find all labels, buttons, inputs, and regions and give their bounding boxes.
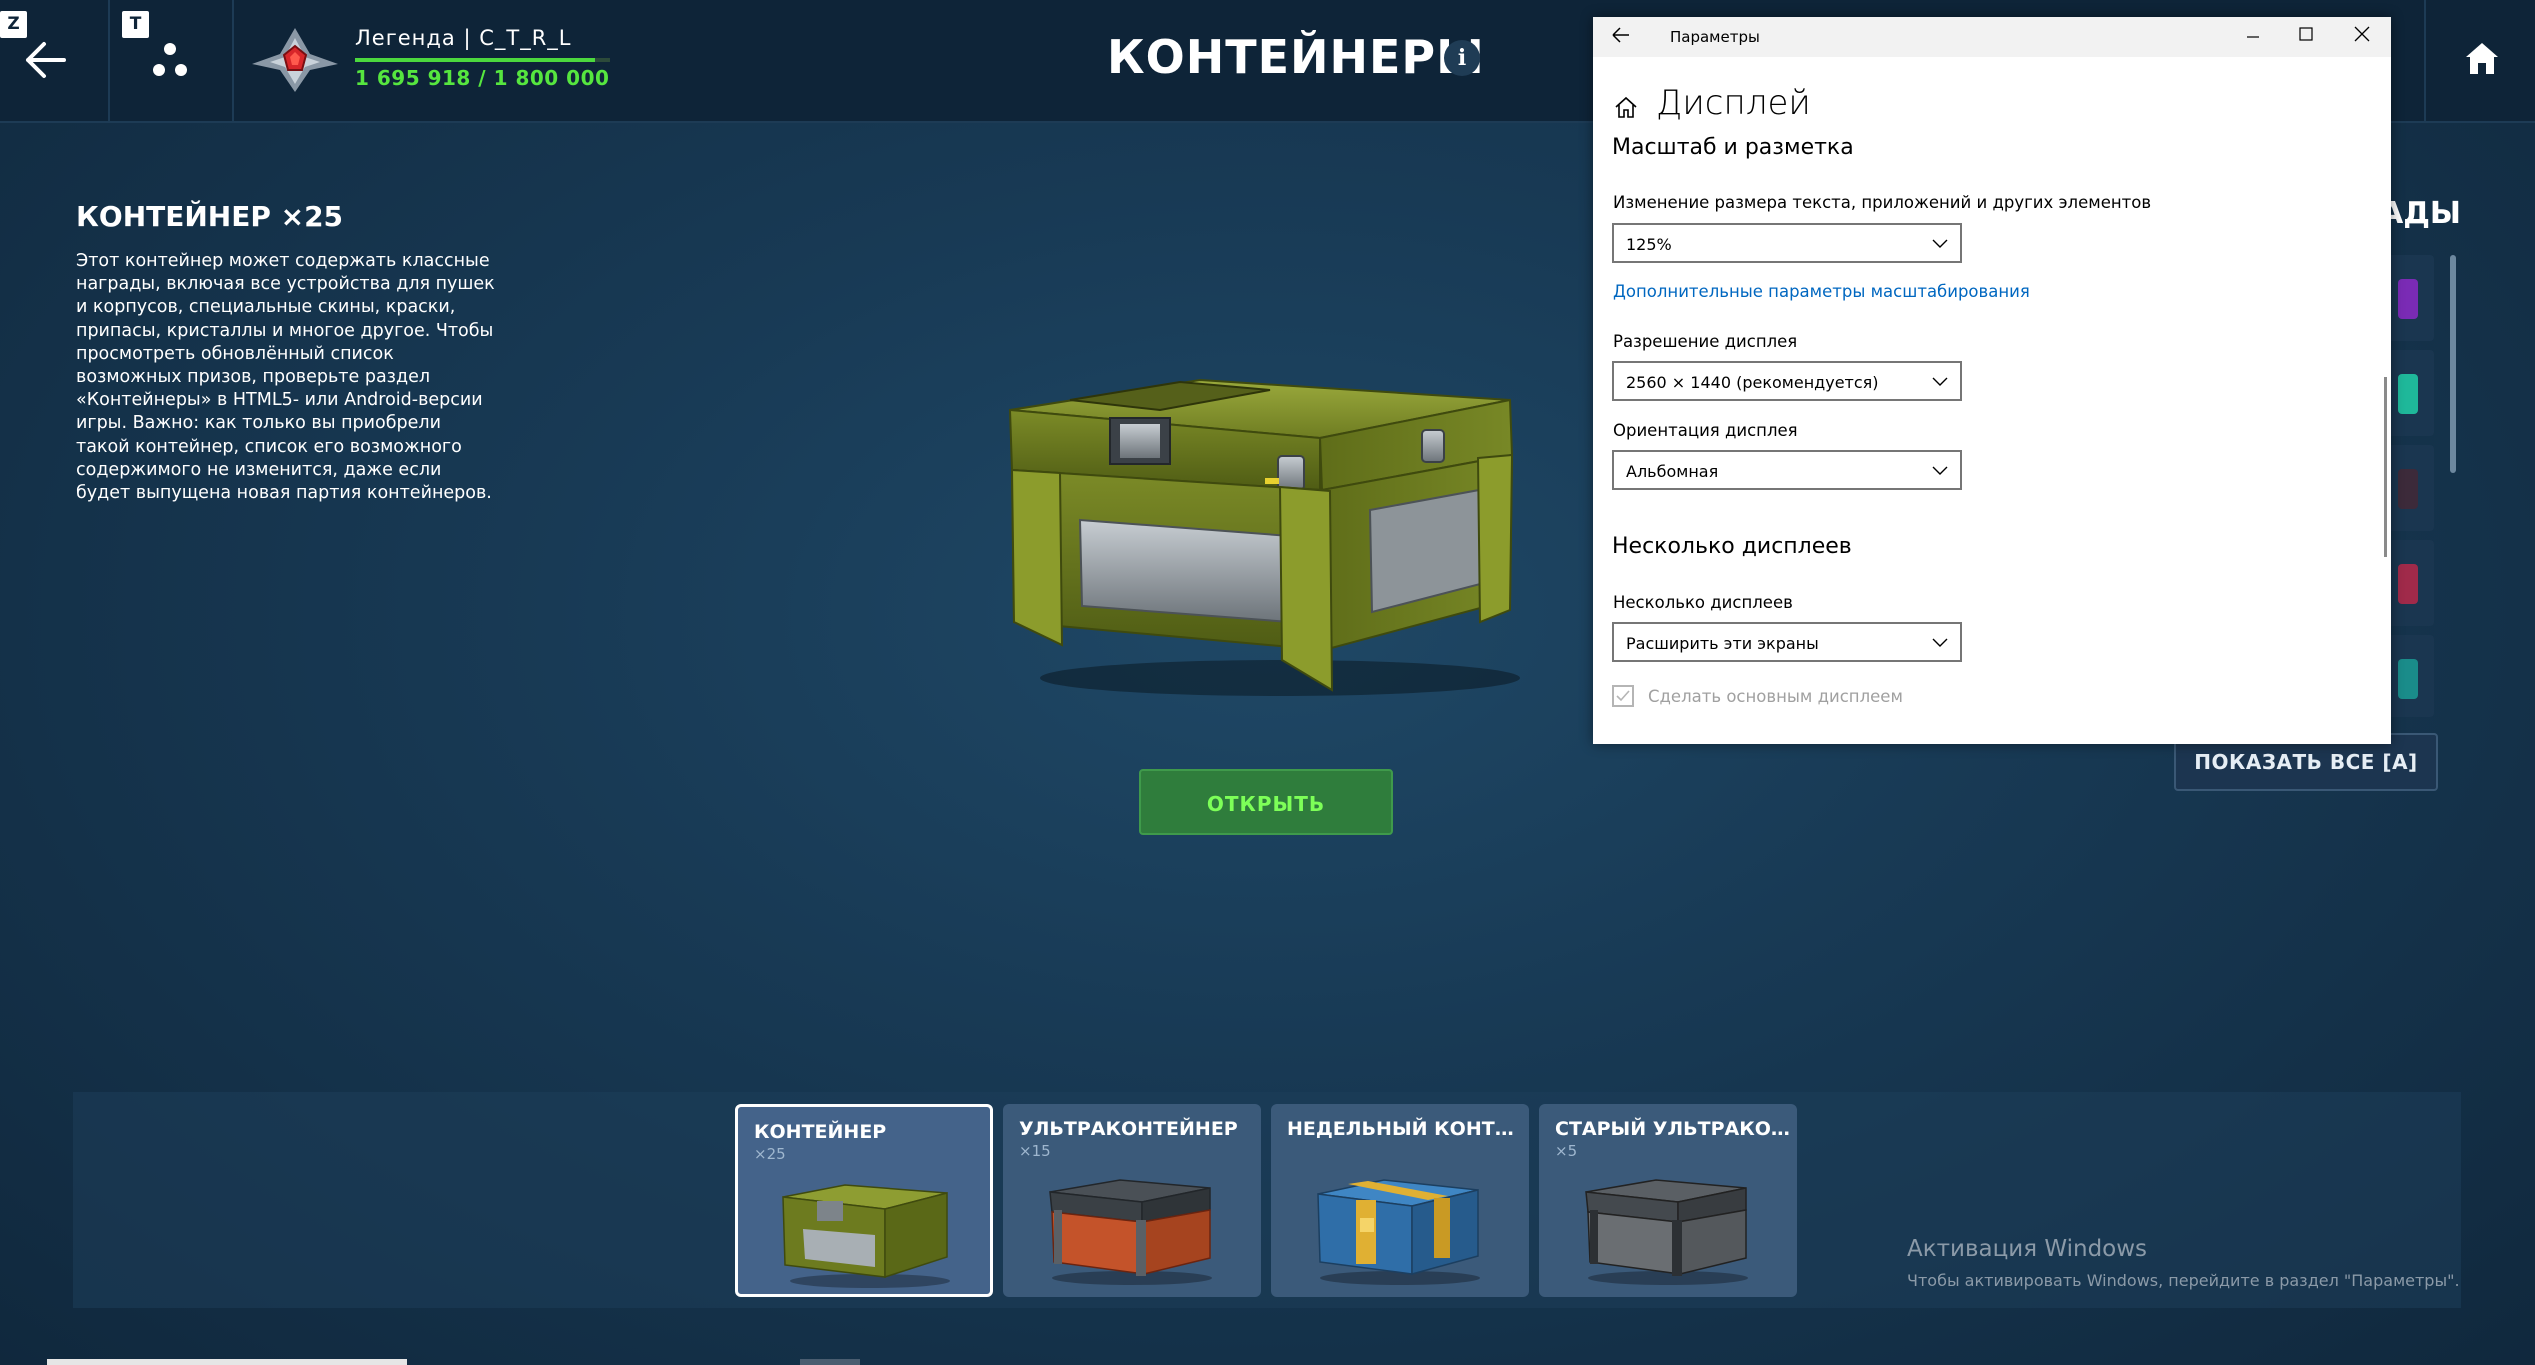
container-card-regular[interactable]: КОНТЕЙНЕР ×25 [735, 1104, 993, 1297]
orientation-dropdown[interactable]: Альбомная [1612, 450, 1962, 490]
chevron-down-icon [1932, 638, 1948, 647]
arrow-left-icon [26, 42, 66, 78]
close-icon[interactable] [2353, 25, 2371, 43]
multi-display-dropdown[interactable]: Расширить эти экраны [1612, 622, 1962, 662]
chevron-down-icon [1932, 466, 1948, 475]
settings-heading: Дисплей [1656, 83, 1811, 123]
container-card-ultra[interactable]: УЛЬТРАКОНТЕЙНЕР ×15 [1003, 1104, 1261, 1297]
home-icon [2466, 43, 2498, 74]
scale-label: Изменение размера текста, приложений и д… [1613, 193, 2152, 212]
friends-icon [153, 43, 187, 76]
card-count: ×5 [1555, 1142, 1578, 1160]
windows-activation-subtitle: Чтобы активировать Windows, перейдите в … [1907, 1271, 2460, 1290]
player-name: Легенда | C_T_R_L [355, 26, 572, 50]
multi-display-label: Несколько дисплеев [1613, 593, 1793, 612]
scale-dropdown[interactable]: 125% [1612, 223, 1962, 263]
rewards-scrollbar[interactable] [2450, 255, 2456, 473]
settings-scrollbar[interactable] [2384, 377, 2387, 557]
resolution-label: Разрешение дисплея [1613, 332, 1798, 351]
home-button[interactable] [2426, 0, 2535, 121]
info-icon[interactable]: i [1444, 40, 1480, 76]
settings-window-title: Параметры [1670, 28, 1760, 46]
blue-crate-icon [1317, 1179, 1480, 1285]
hotkey-z: Z [0, 11, 27, 38]
card-count: ×15 [1019, 1142, 1051, 1160]
green-crate-icon [782, 1184, 950, 1288]
chevron-down-icon [1932, 239, 1948, 248]
home-icon[interactable] [1613, 94, 1639, 120]
section-multi-title: Несколько дисплеев [1612, 534, 1852, 559]
xp-progress-fill [355, 58, 596, 62]
card-name: УЛЬТРАКОНТЕЙНЕР [1019, 1118, 1238, 1140]
progress-strip [47, 1359, 407, 1365]
chevron-down-icon [1932, 377, 1948, 386]
card-name: СТАРЫЙ УЛЬТРАКО… [1555, 1118, 1790, 1140]
page-title: КОНТЕЙНЕРЫ [1107, 30, 1485, 84]
container-image [990, 360, 1530, 704]
reward-item-image [2398, 279, 2418, 319]
multi-display-value: Расширить эти экраны [1626, 634, 1819, 653]
reward-item-image [2398, 469, 2418, 509]
card-name: НЕДЕЛЬНЫЙ КОНТ… [1287, 1118, 1514, 1140]
progress-strip [800, 1359, 860, 1365]
main-display-checkbox[interactable] [1612, 685, 1634, 707]
section-scale-title: Масштаб и разметка [1612, 135, 1854, 160]
maximize-icon[interactable] [2299, 27, 2313, 41]
reward-item-image [2398, 374, 2418, 414]
rewards-title: АДЫ [2380, 196, 2462, 231]
orientation-value: Альбомная [1626, 462, 1719, 481]
reward-item-image [2398, 564, 2418, 604]
container-title: КОНТЕЙНЕР ×25 [76, 200, 344, 233]
settings-window: Параметры Дисплей Масштаб и разметка Изм… [1593, 17, 2391, 744]
hotkey-t: T [122, 11, 149, 38]
orientation-label: Ориентация дисплея [1613, 421, 1798, 440]
back-arrow-icon[interactable] [1611, 25, 1631, 45]
checkmark-icon [1616, 690, 1630, 702]
windows-activation-title: Активация Windows [1907, 1236, 2148, 1262]
container-card-weekly[interactable]: НЕДЕЛЬНЫЙ КОНТ… [1271, 1104, 1529, 1297]
minimize-icon[interactable] [2243, 23, 2263, 43]
resolution-value: 2560 × 1440 (рекомендуется) [1626, 373, 1879, 392]
xp-progress-bar [355, 58, 610, 62]
container-card-old-ultra[interactable]: СТАРЫЙ УЛЬТРАКО… ×5 [1539, 1104, 1797, 1297]
gray-crate-icon [1585, 1179, 1748, 1285]
orange-crate-icon [1049, 1179, 1212, 1285]
xp-text: 1 695 918 / 1 800 000 [355, 66, 610, 90]
open-button[interactable]: ОТКРЫТЬ [1139, 769, 1393, 835]
settings-titlebar[interactable]: Параметры [1593, 17, 2391, 57]
main-display-label: Сделать основным дисплеем [1648, 687, 1903, 706]
card-count: ×25 [754, 1145, 786, 1163]
advanced-scaling-link[interactable]: Дополнительные параметры масштабирования [1613, 282, 2030, 301]
card-name: КОНТЕЙНЕР [754, 1121, 887, 1143]
resolution-dropdown[interactable]: 2560 × 1440 (рекомендуется) [1612, 361, 1962, 401]
container-description: Этот контейнер может содержать классные … [76, 251, 495, 504]
rank-emblem-icon [250, 24, 340, 98]
reward-item-image [2398, 659, 2418, 699]
scale-value: 125% [1626, 235, 1672, 254]
